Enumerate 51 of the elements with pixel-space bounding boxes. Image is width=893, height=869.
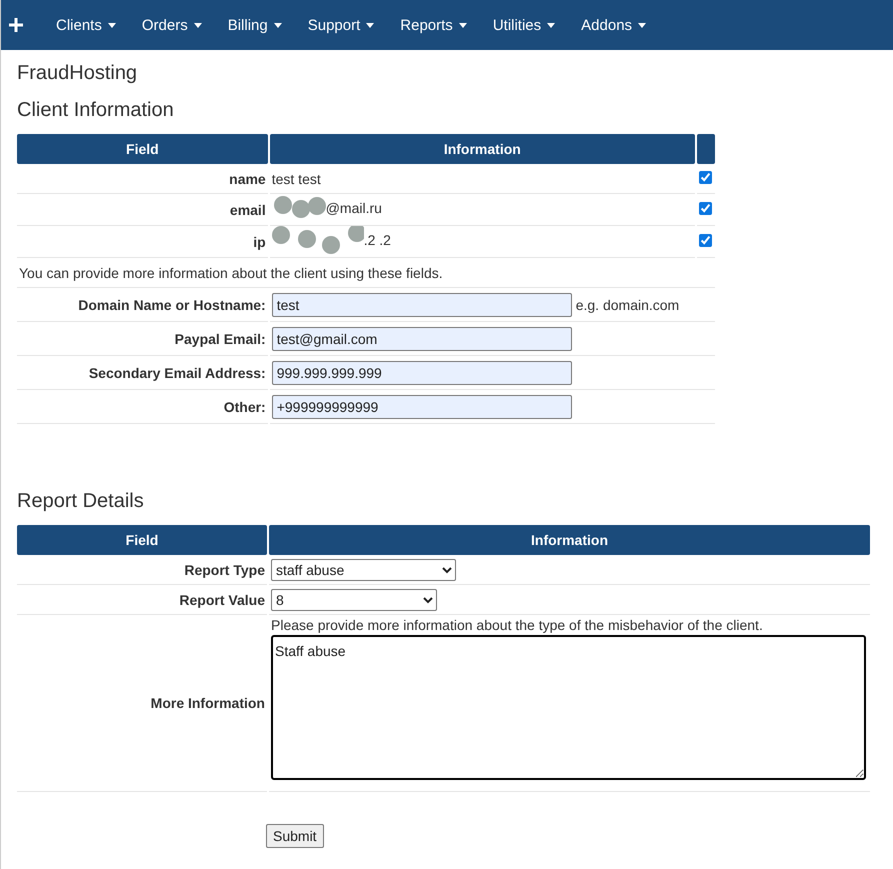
nav-menu-item[interactable]: Addons: [568, 0, 660, 50]
field-hint: e.g. domain.com: [576, 296, 680, 312]
nav-menu-item[interactable]: Support: [294, 0, 388, 50]
field-label: Secondary Email Address:: [17, 356, 268, 390]
column-header: Information: [269, 525, 870, 555]
input-field[interactable]: 999.999.999.999: [272, 360, 572, 384]
field-label: Report Value: [17, 585, 267, 615]
field-value: @mail.ru: [326, 200, 382, 216]
info-note: Please provide more information about the type of the misbehavior of the client.: [271, 617, 764, 633]
field-label: email: [17, 194, 268, 226]
section-title: Report Details: [17, 490, 145, 513]
field-value: .2 .2: [364, 232, 391, 248]
caret-icon: [194, 22, 202, 28]
caret-icon: [547, 22, 556, 28]
include-checkbox[interactable]: [699, 234, 712, 246]
report-type-select[interactable]: staff abuse: [271, 558, 456, 580]
column-header: Information: [270, 134, 695, 164]
field-label: ip: [17, 226, 268, 258]
input-field[interactable]: +999999999999: [272, 394, 572, 418]
column-header: Field: [17, 525, 267, 555]
field-label: Paypal Email:: [17, 322, 268, 356]
field-value: test test: [272, 170, 321, 186]
nav-menu-item[interactable]: Utilities: [480, 0, 568, 50]
caret-icon: [108, 22, 116, 28]
field-label: Other:: [17, 390, 268, 424]
caret-icon: [274, 22, 282, 28]
info-note: You can provide more information about the client using these fields.: [19, 264, 443, 280]
include-checkbox[interactable]: [699, 202, 712, 214]
report-value-select[interactable]: 8: [271, 588, 437, 610]
field-label: Report Type: [17, 555, 267, 585]
caret-icon: [638, 22, 646, 28]
caret-icon: [366, 22, 374, 28]
nav-menu-item[interactable]: Billing: [214, 0, 295, 50]
caret-icon: [458, 22, 467, 28]
field-label: More Information: [17, 615, 267, 792]
nav-menu-item[interactable]: Orders: [128, 0, 215, 50]
site-title: FraudHosting: [17, 62, 138, 85]
submit-button[interactable]: Submit: [266, 824, 324, 848]
nav-menu-item[interactable]: Clients: [43, 0, 129, 50]
column-header: Field: [17, 134, 268, 164]
input-field[interactable]: test@gmail.com: [272, 326, 572, 350]
more-info-textarea[interactable]: Staff abuse: [271, 635, 866, 780]
field-label: name: [17, 164, 268, 194]
input-field[interactable]: test: [272, 292, 572, 316]
include-checkbox[interactable]: [699, 170, 712, 184]
field-label: Domain Name or Hostname:: [17, 288, 268, 322]
add-icon[interactable]: [9, 18, 23, 32]
column-header: [696, 134, 715, 164]
section-title: Client Information: [17, 99, 175, 122]
nav-menu-item[interactable]: Reports: [387, 0, 480, 50]
redaction-mark: [274, 196, 326, 218]
